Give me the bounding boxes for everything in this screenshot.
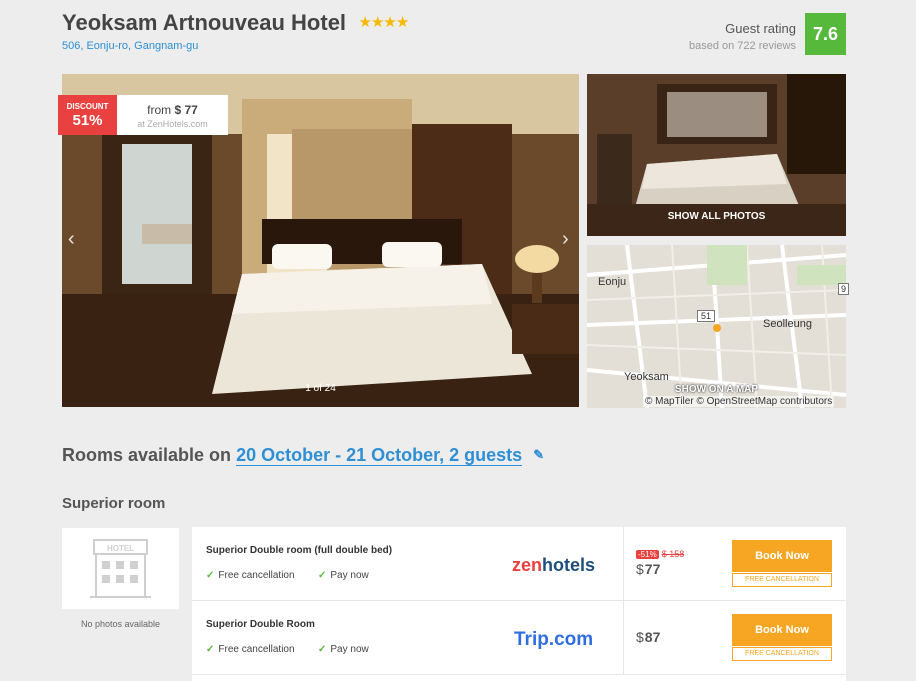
discount-label: DISCOUNT [66,102,109,111]
show-all-photos-label[interactable]: SHOW ALL PHOTOS [587,211,846,222]
from-site: at ZenHotels.com [137,119,208,129]
old-discount-pct: -51% [636,550,659,559]
discount-badge: DISCOUNT 51% [58,95,117,135]
feature-label: Free cancellation [218,644,295,655]
rooms-heading-prefix: Rooms available on [62,445,232,465]
check-icon: ✓ [318,570,327,581]
from-price: from $ 77 [117,103,228,117]
zenhotels-logo[interactable]: zenhotels [512,553,612,577]
old-amount: $ 158 [661,549,685,559]
offer-name: Superior Double room (full double bed) [206,545,393,556]
pencil-icon[interactable]: ✎ [533,447,544,462]
feature-label: Pay now [330,570,369,581]
price-amount: 77 [644,561,661,577]
feature-label: Free cancellation [218,570,295,581]
guest-rating-label: Guest rating [725,21,796,36]
check-icon: ✓ [318,644,327,655]
from-currency: $ [174,103,182,117]
chevron-right-icon[interactable]: › [562,228,569,251]
price-currency: $ [636,561,644,577]
price-currency: $ [636,629,644,645]
feature-pay-now: ✓ Pay now [318,644,369,655]
map-label-seolleung: Seolleung [763,318,812,330]
offer-row: Superior Double Room ✓ Free cancellation … [192,601,846,675]
old-price: -51% $ 158 [636,549,684,559]
trip-com-logo[interactable]: Trip.com [512,627,612,651]
from-prefix: from [147,103,172,117]
offer-price: $87 [636,629,660,645]
check-icon: ✓ [206,644,215,655]
map-credit: © MapTiler © OpenStreetMap contributors [643,396,835,407]
divider [623,601,624,675]
offer-row: Superior Double room (full double bed) ✓… [192,527,846,601]
free-cancellation-note: FREE CANCELLATION [732,647,832,661]
show-on-map-label[interactable]: SHOW ON A MAP [587,384,846,395]
map-label-yeoksam: Yeoksam [624,371,669,383]
rooms-heading: Rooms available on 20 October - 21 Octob… [62,445,544,466]
book-now-button[interactable]: Book Now [732,614,832,646]
chevron-left-icon[interactable]: ‹ [68,228,75,251]
offer-name: Superior Double Room [206,619,315,630]
from-amount: 77 [184,103,198,117]
map-label-eonju: Eonju [598,276,627,288]
provider-name: Trip.com [514,629,593,650]
book-now-button[interactable]: Book Now [732,540,832,572]
hotel-name: Yeoksam Artnouveau Hotel [62,10,347,35]
star-rating: ★★★★ [358,14,410,31]
feature-label: Pay now [330,644,369,655]
offers-table: Superior Double room (full double bed) ✓… [192,527,846,681]
road-number-9: 9 [838,283,850,295]
price-amount: 87 [644,629,661,645]
free-cancellation-note: FREE CANCELLATION [732,573,832,587]
svg-text:HOTEL: HOTEL [107,544,134,553]
discount-value: 51% [72,112,103,129]
feature-pay-now: ✓ Pay now [318,570,369,581]
rooms-dates-link[interactable]: 20 October - 21 October, 2 guests [236,445,523,466]
no-photos-label: No photos available [80,619,161,629]
room-photo-placeholder: HOTEL [62,528,179,609]
hotel-building-icon: HOTEL [90,539,151,598]
feature-free-cancellation: ✓ Free cancellation [206,644,295,655]
check-icon: ✓ [206,570,215,581]
divider [623,527,624,601]
room-type-title: Superior room [62,495,166,512]
from-price-box[interactable]: from $ 77 at ZenHotels.com [117,95,228,135]
provider-name: zenhotels [512,555,595,575]
road-number-51: 51 [697,310,716,322]
hotel-address[interactable]: 506, Eonju-ro, Gangnam-gu [62,40,198,52]
offer-price: $77 [636,561,660,577]
feature-free-cancellation: ✓ Free cancellation [206,570,295,581]
rating-score-badge: 7.6 [805,13,846,55]
review-count: based on 722 reviews [688,40,796,52]
photo-counter: 1 of 24 [305,383,336,394]
hotel-header: Yeoksam Artnouveau Hotel ★★★★ 506, Eonju… [62,10,846,66]
